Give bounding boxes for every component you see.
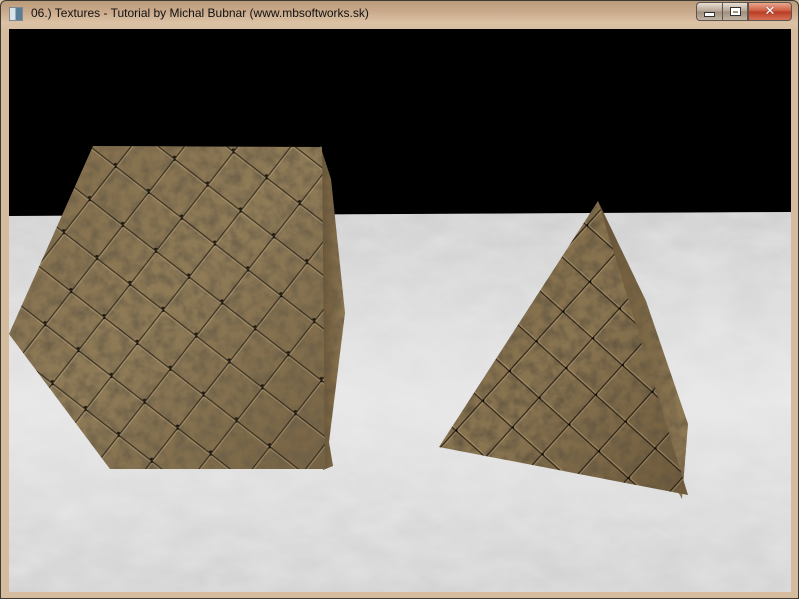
opengl-viewport[interactable] (9, 29, 791, 592)
minimize-button[interactable] (696, 2, 722, 21)
window-controls: ✕ (696, 2, 792, 21)
close-icon: ✕ (764, 4, 776, 19)
application-window: 06.) Textures - Tutorial by Michal Bubna… (0, 0, 799, 599)
window-title: 06.) Textures - Tutorial by Michal Bubna… (31, 6, 369, 20)
close-button[interactable]: ✕ (748, 2, 792, 21)
minimize-icon (704, 12, 715, 17)
app-icon[interactable] (9, 7, 23, 21)
title-bar[interactable]: 06.) Textures - Tutorial by Michal Bubna… (1, 1, 798, 29)
maximize-button[interactable] (722, 2, 748, 21)
maximize-icon (729, 7, 741, 16)
